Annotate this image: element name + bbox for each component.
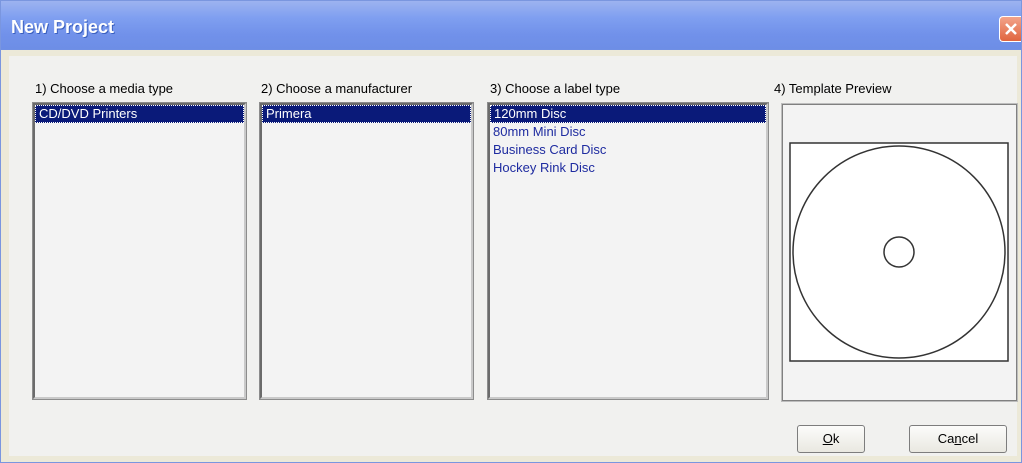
cancel-label-rest: cel [961, 431, 979, 446]
label-type-label: 3) Choose a label type [490, 81, 621, 96]
window-title: New Project [11, 17, 115, 37]
manufacturer-label: 2) Choose a manufacturer [261, 81, 413, 96]
disc-template-preview [789, 142, 1009, 362]
label-type-item-120mm-disc[interactable]: 120mm Disc [490, 105, 766, 123]
template-preview-label: 4) Template Preview [774, 81, 892, 96]
close-button[interactable] [999, 16, 1021, 42]
disc-hub-circle [883, 236, 915, 268]
ok-button[interactable]: Ok [797, 425, 865, 453]
label-type-item-80mm-mini-disc[interactable]: 80mm Mini Disc [490, 123, 766, 141]
close-icon [1005, 23, 1017, 35]
label-type-list[interactable]: 120mm Disc 80mm Mini Disc Business Card … [487, 102, 769, 400]
cancel-label-pre: Ca [937, 431, 955, 446]
media-type-label: 1) Choose a media type [35, 81, 174, 96]
manufacturer-item-primera[interactable]: Primera [262, 105, 471, 123]
media-type-list[interactable]: CD/DVD Printers [32, 102, 247, 400]
cancel-mnemonic: n [954, 431, 962, 446]
label-type-item-business-card-disc[interactable]: Business Card Disc [490, 141, 766, 159]
ok-label-rest: k [832, 431, 840, 446]
manufacturer-list[interactable]: Primera [259, 102, 474, 400]
template-preview-panel [781, 103, 1018, 402]
new-project-dialog: New Project 1) Choose a media type CD/DV… [0, 0, 1022, 463]
label-type-item-hockey-rink-disc[interactable]: Hockey Rink Disc [490, 159, 766, 177]
media-type-item-cd-dvd-printers[interactable]: CD/DVD Printers [35, 105, 244, 123]
cancel-button[interactable]: Cancel [909, 425, 1007, 453]
title-bar[interactable]: New Project [1, 1, 1021, 50]
ok-mnemonic: O [822, 431, 833, 446]
